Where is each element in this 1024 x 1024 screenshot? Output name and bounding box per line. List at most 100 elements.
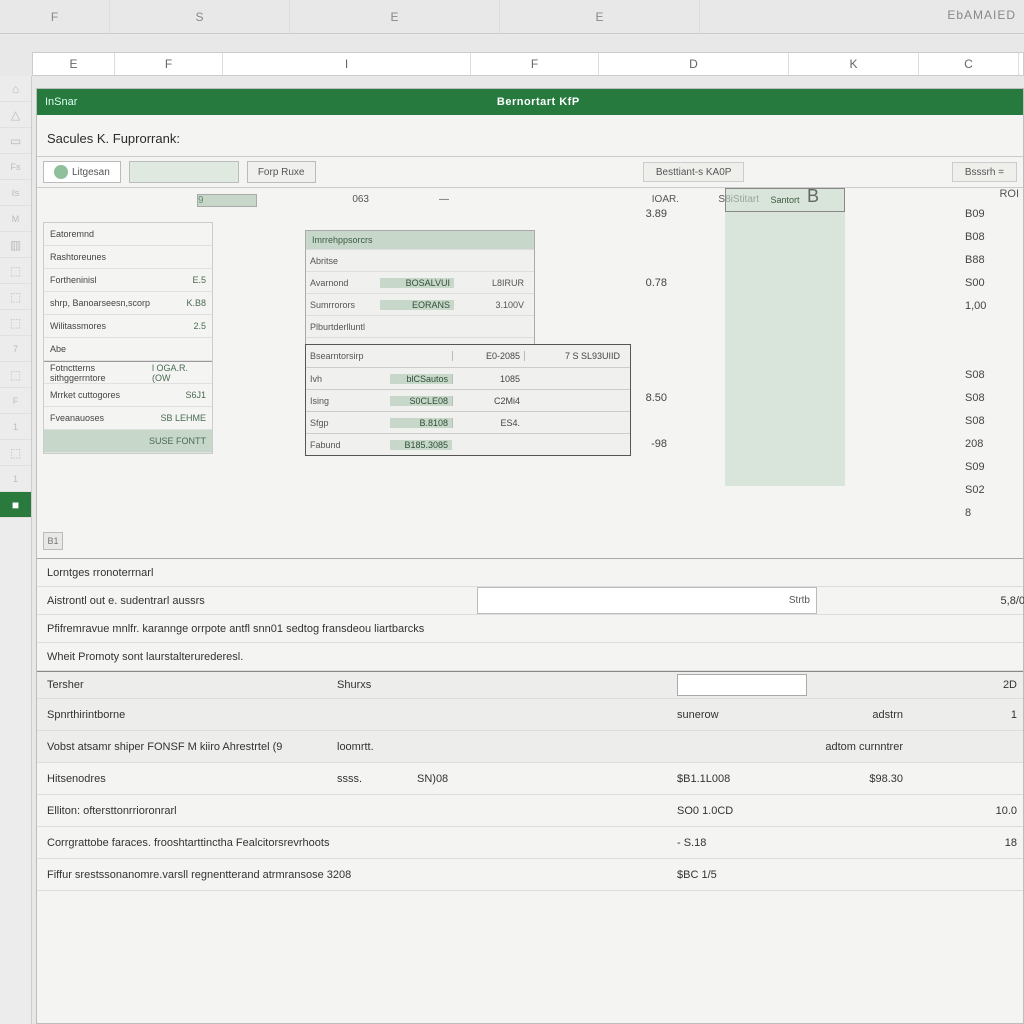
list-item[interactable]: shrp, Banoarseesn,scorpK.B8 <box>44 292 212 315</box>
filter-pill-2[interactable]: Bsssrh = <box>952 162 1017 182</box>
row-icon[interactable]: ⬚ <box>0 362 31 388</box>
list-total[interactable]: SUSE FONTT <box>44 430 212 453</box>
tab-blank[interactable] <box>129 161 239 183</box>
cell[interactable] <box>567 254 687 277</box>
row-header[interactable]: 1 <box>0 414 31 440</box>
table-header-row: Tersher Shurxs 2D <box>37 671 1023 699</box>
list-item[interactable]: Wilitassmores2.5 <box>44 315 212 338</box>
subhead-cell[interactable]: 9 <box>197 194 257 207</box>
table-row[interactable]: BsearntorsirpE0-20857 S SL93UIID <box>306 345 630 367</box>
row-header[interactable]: 7 <box>0 336 31 362</box>
col-h[interactable]: S <box>110 0 290 33</box>
list-item[interactable]: Rashtoreunes <box>44 246 212 269</box>
column-b-label: B <box>807 186 819 207</box>
row-icon[interactable]: ⬚ <box>0 440 31 466</box>
cell[interactable]: S08 <box>965 369 1024 392</box>
line-item[interactable]: Aistrontl out e. sudentrarl aussrs Strtb… <box>37 587 1023 615</box>
list-item[interactable]: Mrrket cuttogoresS6J1 <box>44 384 212 407</box>
row-header[interactable]: Fs <box>0 154 31 180</box>
row-icon[interactable]: ▥ <box>0 232 31 258</box>
table-row[interactable]: SfgpB.8108ES4. <box>306 411 630 433</box>
table-row[interactable]: Hitsenodres ssss. SN)08 $B1.1L008 $98.30 <box>37 763 1023 795</box>
col-header[interactable]: F <box>115 53 223 75</box>
cell[interactable]: S08 <box>965 392 1024 415</box>
cell[interactable] <box>567 300 687 323</box>
row-icon[interactable]: ⬚ <box>0 310 31 336</box>
cell[interactable] <box>965 323 1024 346</box>
row-icon[interactable]: △ <box>0 102 31 128</box>
col-header[interactable]: F <box>471 53 599 75</box>
list-item[interactable]: Eatoremnd <box>44 223 212 246</box>
row-header[interactable]: F <box>0 388 31 414</box>
table-row[interactable]: Corrgrattobe faraces. frooshtarttinctha … <box>37 827 1023 859</box>
col-header[interactable]: E <box>33 53 115 75</box>
cell[interactable]: 1,00 <box>965 300 1024 323</box>
table-row[interactable]: Elliton: oftersttonrrioronrarl SO0 1.0CD… <box>37 795 1023 827</box>
col-h[interactable]: E <box>500 0 700 33</box>
col-header[interactable]: K <box>789 53 919 75</box>
active-cell[interactable] <box>677 674 807 696</box>
table-row[interactable]: FabundB185.3085 <box>306 433 630 455</box>
cell[interactable]: S09 <box>965 461 1024 484</box>
list-item[interactable]: FveanauosesSB LEHME <box>44 407 212 430</box>
row-icon[interactable]: ▭ <box>0 128 31 154</box>
list-item[interactable]: FortheninislE.5 <box>44 269 212 292</box>
selection-header: Santort <box>725 188 845 212</box>
col-h[interactable]: E <box>290 0 500 33</box>
col-header[interactable]: D <box>599 53 789 75</box>
col-header[interactable]: C <box>919 53 1019 75</box>
cell[interactable]: 8 <box>965 507 1024 530</box>
subheader-row: 9 063 — IOAR. S8iStitart <box>37 188 1023 207</box>
row-icon[interactable]: ⬚ <box>0 258 31 284</box>
table-row[interactable]: Plburtderlluntl <box>306 315 534 337</box>
table-row[interactable]: IvhblCSautos1085 <box>306 367 630 389</box>
table-row[interactable]: Abritse <box>306 249 534 271</box>
tab-ledger[interactable]: Litgesan <box>43 161 121 183</box>
cell[interactable]: S00 <box>965 277 1024 300</box>
table-row[interactable]: IsingS0CLE08C2Mi4 <box>306 389 630 411</box>
roi-label: ROI <box>999 188 1019 200</box>
row-icon[interactable]: ⌂ <box>0 76 31 102</box>
row-headers: ⌂ △ ▭ Fs ℓs M ▥ ⬚ ⬚ ⬚ 7 ⬚ F 1 ⬚ 1 ■ <box>0 76 32 1024</box>
selection-highlight <box>725 188 845 486</box>
popup-table-a: Imrrehppsorcrs Abritse AvarnondBOSALVUIL… <box>305 230 535 360</box>
subhead-cell: IOAR. <box>609 194 689 207</box>
list-item[interactable]: Abe <box>44 338 212 361</box>
cell[interactable]: 0.78 <box>567 277 687 300</box>
table-row[interactable]: Vobst atsamr shiper FONSF M kiiro Ahrest… <box>37 731 1023 763</box>
toolbar-chip[interactable]: B1 <box>43 532 63 550</box>
popup-header: Imrrehppsorcrs <box>306 231 534 249</box>
cell[interactable]: S08 <box>965 415 1024 438</box>
line-item[interactable]: Pfifremravue mnlfr. karannge orrpote ant… <box>37 615 1023 643</box>
table-row[interactable]: SumrrororsEORANS3.100V <box>306 293 534 315</box>
cell[interactable] <box>965 346 1024 369</box>
list-item[interactable]: Fotnctterns sithggerrntorel OGA.R.(OW <box>44 361 212 384</box>
cell[interactable]: 208 <box>965 438 1024 461</box>
row-icon[interactable]: ■ <box>0 492 31 518</box>
data-area: Santort 9 063 — IOAR. S8iStitart B ROI E… <box>37 188 1023 558</box>
table-row[interactable]: Fiffur srestssonanomre.varsll regnentter… <box>37 859 1023 891</box>
cell[interactable]: B88 <box>965 254 1024 277</box>
cell[interactable] <box>567 231 687 254</box>
line-item[interactable]: Lorntges rronoterrnarl <box>37 559 1023 587</box>
cell[interactable]: B08 <box>965 231 1024 254</box>
tab-report[interactable]: Forp Ruxe <box>247 161 316 183</box>
col-header[interactable]: I <box>223 53 471 75</box>
row-header[interactable]: ℓs <box>0 180 31 206</box>
cell[interactable]: S02 <box>965 484 1024 507</box>
col-h[interactable]: F <box>0 0 110 33</box>
cell[interactable] <box>567 323 687 346</box>
cell[interactable]: B09 <box>965 208 1024 231</box>
table-row[interactable]: AvarnondBOSALVUIL8IRUR <box>306 271 534 293</box>
filter-pill-1[interactable]: Besttiant-s KA0P <box>643 162 745 182</box>
row-icon[interactable]: ⬚ <box>0 284 31 310</box>
financial-statement: Lorntges rronoterrnarl Aistrontl out e. … <box>37 558 1023 891</box>
table-row[interactable]: Spnrthirintborne sunerow adstrn 1 <box>37 699 1023 731</box>
row-header[interactable]: 1 <box>0 466 31 492</box>
cell[interactable]: 3.89 <box>567 208 687 231</box>
line-item[interactable]: Wheit Promoty sont laurstalterurederesl. <box>37 643 1023 671</box>
section-heading: Sacules K. Fuprorrank: <box>37 115 1023 157</box>
column-headers: E F I F D K C <box>32 52 1024 76</box>
row-header[interactable]: M <box>0 206 31 232</box>
input-cell[interactable]: Strtb <box>477 587 817 614</box>
